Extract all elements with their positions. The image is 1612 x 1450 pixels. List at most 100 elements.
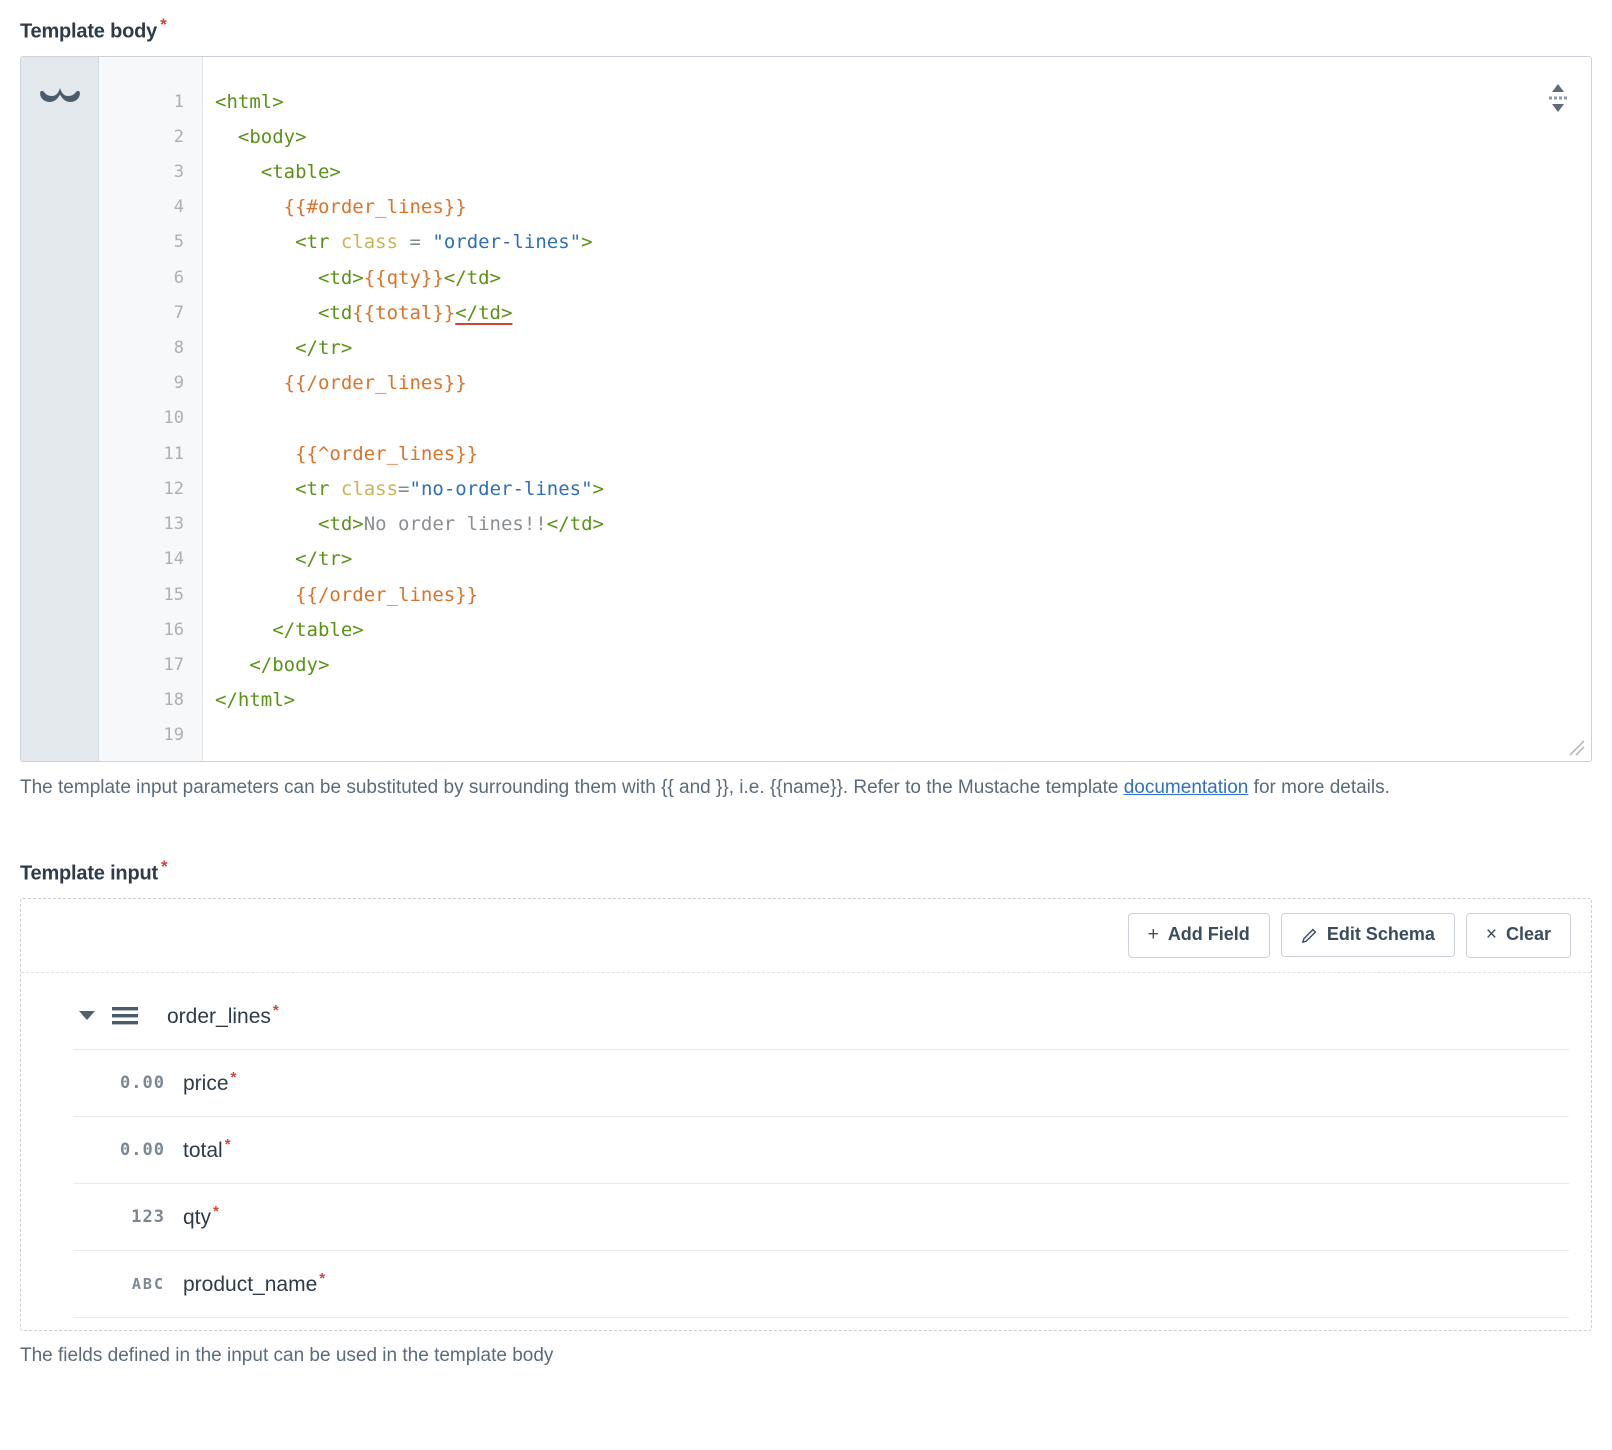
code-line[interactable]: </tr> — [215, 542, 1591, 577]
line-number: 8 — [99, 331, 184, 366]
code-line[interactable]: <body> — [215, 120, 1591, 155]
required-asterisk: * — [161, 857, 167, 876]
code-token: <tr — [215, 231, 341, 253]
template-input-field-row[interactable]: 123qty* — [73, 1184, 1569, 1251]
code-token: <html> — [215, 91, 284, 113]
code-token: {{total}} — [352, 302, 455, 324]
line-number: 4 — [99, 190, 184, 225]
clear-label: Clear — [1506, 924, 1551, 946]
line-number: 16 — [99, 613, 184, 648]
template-input-field-row[interactable]: 0.00price* — [73, 1050, 1569, 1117]
line-number: 12 — [99, 472, 184, 507]
template-input-toolbar: + Add Field Edit Schema × Clear — [21, 899, 1591, 973]
line-number: 19 — [99, 718, 184, 753]
line-number: 7 — [99, 296, 184, 331]
code-line[interactable]: </html> — [215, 683, 1591, 718]
code-line[interactable]: {{#order_lines}} — [215, 190, 1591, 225]
code-line[interactable]: {{/order_lines}} — [215, 578, 1591, 613]
code-token: > — [593, 478, 604, 500]
code-token: class — [341, 231, 398, 253]
line-number: 14 — [99, 542, 184, 577]
code-line[interactable]: <tr class="no-order-lines"> — [215, 472, 1591, 507]
add-field-button[interactable]: + Add Field — [1128, 913, 1270, 958]
field-name: order_lines* — [149, 1003, 279, 1029]
code-line[interactable]: <td>No order lines!!</td> — [215, 507, 1591, 542]
code-line[interactable] — [215, 718, 1591, 753]
code-token: </body> — [215, 654, 329, 676]
line-number: 17 — [99, 648, 184, 683]
line-number: 15 — [99, 578, 184, 613]
close-icon: × — [1486, 924, 1497, 947]
editor-mode-gutter — [21, 57, 99, 761]
field-name: qty* — [167, 1204, 219, 1230]
template-input-section: Template input* + Add Field Edit Schema — [20, 858, 1592, 1366]
list-icon — [101, 1005, 149, 1027]
code-token: = — [398, 231, 432, 253]
code-line[interactable]: {{/order_lines}} — [215, 366, 1591, 401]
code-line[interactable]: <td>{{qty}}</td> — [215, 261, 1591, 296]
code-token: </td> — [444, 267, 501, 289]
line-number: 1 — [99, 85, 184, 120]
template-body-help: The template input parameters can be sub… — [20, 771, 1592, 806]
line-number: 6 — [99, 261, 184, 296]
code-token: </tr> — [215, 548, 352, 570]
template-editor-page: Template body* 1234567891011121314151617… — [0, 0, 1612, 1450]
template-body-label: Template body* — [20, 16, 1592, 42]
code-line[interactable]: </body> — [215, 648, 1591, 683]
field-type-badge: ABC — [101, 1275, 167, 1293]
template-input-field-row[interactable]: 0.00total* — [73, 1117, 1569, 1184]
required-asterisk: * — [273, 1002, 279, 1019]
required-asterisk: * — [213, 1203, 219, 1220]
template-body-section: Template body* 1234567891011121314151617… — [20, 16, 1592, 805]
plus-icon: + — [1148, 924, 1159, 947]
code-token: <body> — [215, 126, 307, 148]
line-number: 10 — [99, 401, 184, 436]
line-number: 2 — [99, 120, 184, 155]
code-token: "order-lines" — [432, 231, 581, 253]
template-input-field-row[interactable]: order_lines* — [73, 983, 1569, 1050]
code-editor[interactable]: 12345678910111213141516171819 <html> <bo… — [20, 56, 1592, 762]
field-name: product_name* — [167, 1271, 325, 1297]
code-token: <table> — [215, 161, 341, 183]
clear-button[interactable]: × Clear — [1466, 913, 1571, 958]
code-token: <tr — [215, 478, 341, 500]
mustache-documentation-link[interactable]: documentation — [1124, 777, 1249, 798]
template-input-field-list: order_lines*0.00price*0.00total*123qty*A… — [21, 973, 1591, 1330]
code-token: </tr> — [215, 337, 352, 359]
code-content[interactable]: <html> <body> <table> {{#order_lines}} <… — [203, 57, 1591, 761]
pencil-icon — [1301, 927, 1318, 944]
code-token: "no-order-lines" — [410, 478, 593, 500]
expand-collapse-caret-icon[interactable] — [73, 1011, 101, 1020]
resize-grip-icon[interactable] — [1564, 735, 1586, 757]
line-number-gutter: 12345678910111213141516171819 — [99, 57, 203, 761]
add-field-label: Add Field — [1168, 924, 1250, 946]
code-line[interactable]: </table> — [215, 613, 1591, 648]
help-text-part-2: for more details. — [1248, 777, 1390, 798]
template-input-field-row[interactable]: ABCproduct_name* — [73, 1251, 1569, 1318]
template-input-help: The fields defined in the input can be u… — [20, 1345, 1592, 1367]
vertical-resize-handle-icon[interactable] — [1547, 83, 1569, 113]
code-line[interactable] — [215, 401, 1591, 436]
field-type-badge: 0.00 — [101, 1073, 167, 1093]
code-token: </td> — [455, 302, 512, 324]
code-line[interactable]: {{^order_lines}} — [215, 437, 1591, 472]
edit-schema-button[interactable]: Edit Schema — [1281, 913, 1455, 957]
code-line[interactable]: </tr> — [215, 331, 1591, 366]
field-name: total* — [167, 1137, 231, 1163]
required-asterisk: * — [160, 15, 166, 34]
code-token: > — [581, 231, 592, 253]
line-number: 18 — [99, 683, 184, 718]
code-token: </table> — [215, 619, 364, 641]
required-asterisk: * — [225, 1136, 231, 1153]
code-line[interactable]: <table> — [215, 155, 1591, 190]
edit-schema-label: Edit Schema — [1327, 924, 1435, 946]
code-line[interactable]: <tr class = "order-lines"> — [215, 225, 1591, 260]
code-token: {{qty}} — [364, 267, 444, 289]
template-body-label-text: Template body — [20, 21, 157, 43]
code-token: <td> — [215, 513, 364, 535]
code-line[interactable]: <html> — [215, 85, 1591, 120]
code-line[interactable]: <td{{total}}</td> — [215, 296, 1591, 331]
line-number: 13 — [99, 507, 184, 542]
code-token: </html> — [215, 689, 295, 711]
code-token: <td — [215, 302, 352, 324]
